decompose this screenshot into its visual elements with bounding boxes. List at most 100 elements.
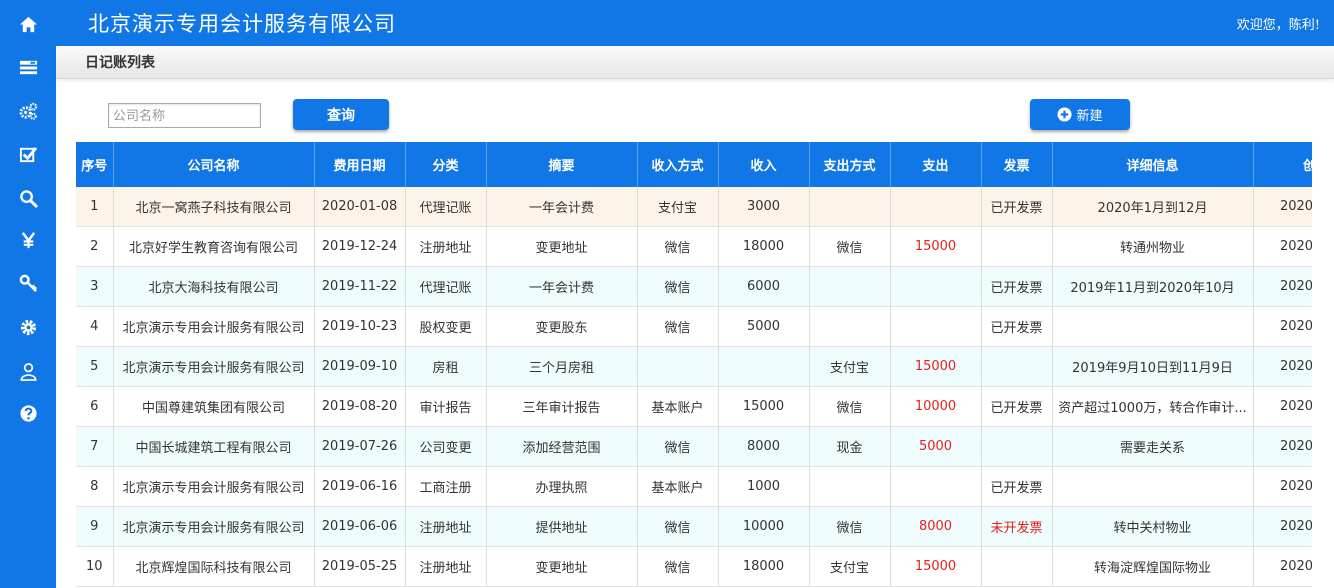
col-company-cell: 中国尊建筑集团有限公司: [113, 386, 315, 427]
col-company-cell: 中国长城建筑工程有限公司: [113, 426, 315, 467]
top-header: 北京演示专用会计服务有限公司 欢迎您，陈利!: [56, 0, 1334, 46]
company-name-search-input[interactable]: [108, 103, 261, 128]
table-row[interactable]: 5 北京演示专用会计服务有限公司 2019-09-10 房租 三个月房租 支付宝 15000…: [76, 346, 1312, 387]
col-date-cell: 2019-08-20: [314, 386, 406, 427]
nav-home[interactable]: [0, 9, 56, 39]
col-details-cell: 2019年11月到2020年10月: [1052, 266, 1254, 307]
col-created-cell: 2020-01-: [1253, 546, 1312, 587]
nav-help[interactable]: [0, 398, 56, 428]
col-invoice-header: 发票: [981, 142, 1053, 187]
journal-table-container[interactable]: 序号公司名称费用日期分类摘要收入方式收入支出方式支出发票详细信息创 1北京一窝燕…: [76, 142, 1312, 588]
col-index-cell: 6: [76, 386, 114, 427]
col-expense-method-cell: 支付宝: [809, 546, 891, 587]
col-details-cell: 转通州物业: [1052, 226, 1254, 267]
col-invoice-cell: [981, 426, 1053, 467]
table-row[interactable]: 4 北京演示专用会计服务有限公司 2019-10-23 股权变更 变更股东 微信 5000 已…: [76, 306, 1312, 347]
col-invoice-cell: [981, 226, 1053, 267]
col-index-cell: 7: [76, 426, 114, 467]
col-created-cell: 2020-01-: [1253, 346, 1312, 387]
col-details-cell: 需要走关系: [1052, 426, 1254, 467]
nav-search[interactable]: [0, 183, 56, 213]
col-summary-cell: 办理执照: [486, 466, 638, 507]
col-date-cell: 2019-06-16: [314, 466, 406, 507]
col-index-cell: 3: [76, 266, 114, 307]
col-index-cell: 9: [76, 506, 114, 547]
col-income-cell: 18000: [718, 226, 810, 267]
col-expense-method-cell: 微信: [809, 506, 891, 547]
col-income-header: 收入: [718, 142, 810, 187]
col-income-cell: 15000: [718, 386, 810, 427]
col-expense-cell: [890, 466, 982, 507]
col-details-cell: [1052, 306, 1254, 347]
col-index-cell: 2: [76, 226, 114, 267]
col-expense-header: 支出: [890, 142, 982, 187]
col-income-cell: [718, 346, 810, 387]
col-income-method-cell: 微信: [637, 546, 719, 587]
col-income-method-cell: 基本账户: [637, 386, 719, 427]
col-expense-method-cell: [809, 466, 891, 507]
nav-user[interactable]: [0, 356, 56, 386]
col-expense-method-cell: 支付宝: [809, 346, 891, 387]
col-created-cell: 2020-01-: [1253, 426, 1312, 467]
col-invoice-cell: [981, 546, 1053, 587]
col-invoice-cell: 未开发票: [981, 506, 1053, 547]
col-index-cell: 10: [76, 546, 114, 587]
table-row[interactable]: 10 北京辉煌国际科技有限公司 2019-05-25 注册地址 变更地址 微信 18000 支…: [76, 546, 1312, 587]
query-button[interactable]: 查询: [293, 99, 389, 130]
col-category-cell: 代理记账: [405, 187, 487, 227]
col-income-cell: 18000: [718, 546, 810, 587]
nav-cards[interactable]: [0, 52, 56, 82]
col-created-cell: 2020-01-: [1253, 187, 1312, 227]
col-summary-cell: 三个月房租: [486, 346, 638, 387]
nav-config[interactable]: [0, 312, 56, 342]
col-index-cell: 1: [76, 187, 114, 227]
col-income-method-cell: 微信: [637, 426, 719, 467]
col-expense-cell: [890, 306, 982, 347]
table-row[interactable]: 7 中国长城建筑工程有限公司 2019-07-26 公司变更 添加经营范围 微信 8000 现…: [76, 426, 1312, 467]
col-category-cell: 股权变更: [405, 306, 487, 347]
col-created-cell: 2020-01-: [1253, 386, 1312, 427]
col-expense-method-cell: [809, 306, 891, 347]
welcome-text: 欢迎您，陈利!: [1236, 18, 1320, 33]
table-row[interactable]: 6 中国尊建筑集团有限公司 2019-08-20 审计报告 三年审计报告 基本账户 1500…: [76, 386, 1312, 427]
col-category-header: 分类: [405, 142, 487, 187]
table-row[interactable]: 1 北京一窝燕子科技有限公司 2020-01-08 代理记账 一年会计费 支付宝 3000 已…: [76, 187, 1312, 227]
col-expense-cell: [890, 187, 982, 227]
col-expense-method-header: 支出方式: [809, 142, 891, 187]
col-summary-cell: 一年会计费: [486, 187, 638, 227]
col-income-cell: 8000: [718, 426, 810, 467]
col-summary-cell: 添加经营范围: [486, 426, 638, 467]
col-expense-cell: 15000: [890, 346, 982, 387]
col-company-cell: 北京演示专用会计服务有限公司: [113, 466, 315, 507]
table-row[interactable]: 8 北京演示专用会计服务有限公司 2019-06-16 工商注册 办理执照 基本账户 100…: [76, 466, 1312, 507]
col-index-cell: 4: [76, 306, 114, 347]
col-expense-cell: 5000: [890, 426, 982, 467]
cards-icon: [19, 60, 37, 74]
search-icon: [19, 189, 38, 208]
col-income-method-cell: 微信: [637, 226, 719, 267]
col-expense-method-cell: 现金: [809, 426, 891, 467]
col-expense-method-cell: 微信: [809, 386, 891, 427]
table-row[interactable]: 3 北京大海科技有限公司 2019-11-22 代理记账 一年会计费 微信 6000 已开发票…: [76, 266, 1312, 307]
col-details-cell: 转海淀辉煌国际物业: [1052, 546, 1254, 587]
col-income-cell: 1000: [718, 466, 810, 507]
col-date-header: 费用日期: [314, 142, 406, 187]
help-icon: [19, 404, 37, 422]
col-income-method-cell: 支付宝: [637, 187, 719, 227]
table-row[interactable]: 2 北京好学生教育咨询有限公司 2019-12-24 注册地址 变更地址 微信 18000 微…: [76, 226, 1312, 267]
plus-circle-icon: [1057, 107, 1073, 122]
col-invoice-cell: 已开发票: [981, 187, 1053, 227]
col-summary-header: 摘要: [486, 142, 638, 187]
nav-keys[interactable]: [0, 268, 56, 298]
table-row[interactable]: 9 北京演示专用会计服务有限公司 2019-06-06 注册地址 提供地址 微信 10000…: [76, 506, 1312, 547]
nav-tasks[interactable]: [0, 139, 56, 169]
col-category-cell: 注册地址: [405, 546, 487, 587]
new-button[interactable]: 新建: [1030, 99, 1130, 130]
col-invoice-cell: [981, 346, 1053, 387]
nav-finance[interactable]: [0, 225, 56, 255]
col-company-cell: 北京一窝燕子科技有限公司: [113, 187, 315, 227]
col-date-cell: 2019-07-26: [314, 426, 406, 467]
col-income-method-cell: 基本账户: [637, 466, 719, 507]
sidebar: [0, 0, 56, 588]
nav-settings-group[interactable]: [0, 96, 56, 126]
